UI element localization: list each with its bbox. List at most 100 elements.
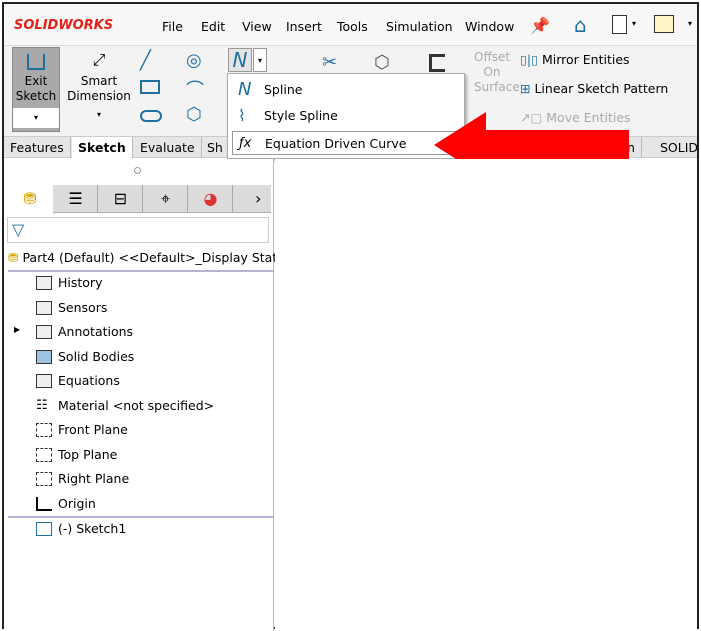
solidworks-window: SOLIDWORKS File Edit View Insert Tools S… bbox=[2, 2, 701, 631]
spline-label: Spline bbox=[264, 82, 303, 97]
tree-item-sensors[interactable]: Sensors bbox=[34, 297, 107, 319]
chevron-down-icon: ▾ bbox=[96, 110, 101, 119]
equations-icon bbox=[36, 374, 52, 388]
feature-manager-tab-icon[interactable]: ⛃ bbox=[7, 185, 53, 213]
tree-root-part[interactable]: ⛃ Part4 (Default) <<Default>_Display Sta… bbox=[8, 247, 285, 269]
tree-item-right-plane[interactable]: Right Plane bbox=[34, 468, 129, 490]
solidworks-logo: SOLIDWORKS bbox=[14, 18, 114, 33]
tree-item-origin[interactable]: Origin bbox=[34, 493, 96, 515]
dimxpert-tab-icon[interactable]: ⌖ bbox=[144, 185, 188, 213]
material-icon: ☷ bbox=[36, 398, 48, 413]
plane-icon bbox=[36, 423, 52, 437]
solid-bodies-icon bbox=[36, 350, 52, 364]
tree-item-label: Sensors bbox=[58, 300, 108, 315]
origin-icon bbox=[36, 497, 52, 511]
tab-sketch[interactable]: Sketch bbox=[72, 137, 133, 158]
chevron-down-icon[interactable]: ▾ bbox=[688, 19, 692, 28]
tree-item-label: Origin bbox=[58, 496, 96, 511]
exit-sketch-button[interactable]: Exit Sketch ▾ bbox=[12, 47, 60, 132]
tree-item-label: Solid Bodies bbox=[58, 349, 135, 364]
tree-item-material[interactable]: ☷ Material <not specified> bbox=[34, 395, 214, 417]
smart-dimension-label: Smart Dimension bbox=[67, 74, 131, 103]
style-spline-label: Style Spline bbox=[264, 108, 338, 123]
expand-arrow-icon[interactable]: ▶ bbox=[14, 325, 20, 334]
arc-icon[interactable]: ⌒ bbox=[186, 76, 204, 102]
annotations-icon bbox=[36, 325, 52, 339]
graphics-area[interactable] bbox=[275, 159, 697, 631]
polygon-icon[interactable]: ⬡ bbox=[186, 104, 202, 125]
tree-item-label: Material <not specified> bbox=[58, 398, 215, 413]
tree-item-label: History bbox=[58, 275, 103, 290]
display-manager-tab-icon[interactable]: ◕ bbox=[189, 185, 233, 213]
tree-item-annotations[interactable]: Annotations bbox=[34, 321, 133, 343]
line-icon[interactable]: ╱ bbox=[140, 50, 151, 71]
trim-entities-icon[interactable]: ✂ bbox=[322, 52, 337, 73]
chevron-down-icon[interactable]: ▾ bbox=[13, 108, 59, 128]
exit-sketch-label: Exit Sketch bbox=[15, 74, 57, 103]
menu-insert[interactable]: Insert bbox=[286, 19, 322, 34]
smart-dimension-button[interactable]: ⤢ Smart Dimension ▾ bbox=[64, 50, 134, 130]
offset-entities-icon[interactable] bbox=[429, 54, 445, 72]
convert-entities-icon[interactable]: ⬡ bbox=[374, 52, 390, 73]
property-manager-tab-icon[interactable]: ☰ bbox=[54, 185, 98, 213]
home-icon[interactable]: ⌂ bbox=[574, 13, 587, 37]
menu-item-equation-driven-curve[interactable]: ƒx Equation Driven Curve bbox=[232, 131, 460, 155]
filter-bar[interactable]: ▽ bbox=[7, 217, 269, 243]
history-icon bbox=[36, 276, 52, 290]
linear-pattern-label: Linear Sketch Pattern bbox=[534, 81, 669, 96]
menu-window[interactable]: Window bbox=[465, 19, 514, 34]
sensors-icon bbox=[36, 301, 52, 315]
spline-dropdown-menu: N Spline ⌇ Style Spline ƒx Equation Driven … bbox=[227, 73, 465, 159]
linear-sketch-pattern-button[interactable]: ⊞ Linear Sketch Pattern bbox=[520, 81, 668, 96]
equation-curve-icon: ƒx bbox=[239, 136, 252, 151]
menu-item-spline[interactable]: N Spline bbox=[232, 78, 460, 102]
offset-on-surface-label: Offset On Surface bbox=[474, 50, 520, 94]
new-document-icon[interactable] bbox=[612, 15, 627, 34]
tree-item-top-plane[interactable]: Top Plane bbox=[34, 444, 117, 466]
chevron-right-icon[interactable]: › bbox=[255, 185, 261, 213]
tree-item-label: Top Plane bbox=[58, 447, 118, 462]
open-folder-icon[interactable] bbox=[654, 15, 674, 33]
plane-icon bbox=[36, 472, 52, 486]
menu-tools[interactable]: Tools bbox=[337, 19, 368, 34]
spline-dropdown-button[interactable]: ▾ bbox=[253, 48, 267, 72]
offset-on-surface-button[interactable]: Offset On Surface bbox=[474, 50, 520, 95]
spline-icon[interactable]: N bbox=[228, 48, 252, 72]
tree-item-front-plane[interactable]: Front Plane bbox=[34, 419, 128, 441]
tree-item-label: Annotations bbox=[58, 324, 134, 339]
configuration-manager-tab-icon[interactable]: ⊟ bbox=[99, 185, 143, 213]
linear-pattern-icon: ⊞ bbox=[520, 81, 535, 96]
tree-item-label: Right Plane bbox=[58, 471, 130, 486]
menu-edit[interactable]: Edit bbox=[201, 19, 225, 34]
tab-features[interactable]: Features bbox=[4, 137, 71, 158]
rectangle-icon[interactable] bbox=[140, 80, 160, 94]
tree-item-label: (-) Sketch1 bbox=[58, 521, 127, 536]
style-spline-icon: ⌇ bbox=[238, 106, 246, 125]
spline-icon: N bbox=[238, 79, 252, 100]
tree-item-solid-bodies[interactable]: Solid Bodies bbox=[34, 346, 134, 368]
mirror-icon: ▯|▯ bbox=[520, 52, 542, 67]
tree-item-equations[interactable]: Equations bbox=[34, 370, 120, 392]
tree-item-sketch1[interactable]: (-) Sketch1 bbox=[34, 518, 126, 540]
chevron-down-icon[interactable]: ▾ bbox=[632, 19, 636, 28]
menu-view[interactable]: View bbox=[242, 19, 272, 34]
menu-file[interactable]: File bbox=[162, 19, 183, 34]
mirror-entities-button[interactable]: ▯|▯ Mirror Entities bbox=[520, 52, 630, 67]
tab-solidworks-addins[interactable]: SOLID bbox=[654, 137, 701, 158]
panel-handle[interactable] bbox=[134, 167, 141, 174]
circle-icon[interactable]: ◎ bbox=[186, 50, 202, 71]
tab-evaluate[interactable]: Evaluate bbox=[134, 137, 202, 158]
panel-tabs: ⛃ ☰ ⊟ ⌖ ◕ › bbox=[7, 185, 271, 213]
feature-manager-panel: ⛃ ☰ ⊟ ⌖ ◕ › ▽ ⛃ Part4 (Default) <<Defaul… bbox=[4, 159, 285, 631]
pin-icon[interactable]: 📌 bbox=[530, 16, 550, 35]
tree-item-history[interactable]: History bbox=[34, 272, 102, 294]
exit-sketch-icon bbox=[27, 54, 45, 70]
menu-item-style-spline[interactable]: ⌇ Style Spline bbox=[232, 104, 460, 128]
menu-simulation[interactable]: Simulation bbox=[386, 19, 453, 34]
mirror-label: Mirror Entities bbox=[541, 52, 630, 67]
part-label: Part4 (Default) <<Default>_Display State bbox=[22, 250, 285, 265]
tree-item-label: Equations bbox=[58, 373, 120, 388]
tab-sheet-metal[interactable]: Sh bbox=[201, 137, 230, 158]
tree-item-label: Front Plane bbox=[58, 422, 128, 437]
slot-icon[interactable] bbox=[140, 110, 162, 122]
